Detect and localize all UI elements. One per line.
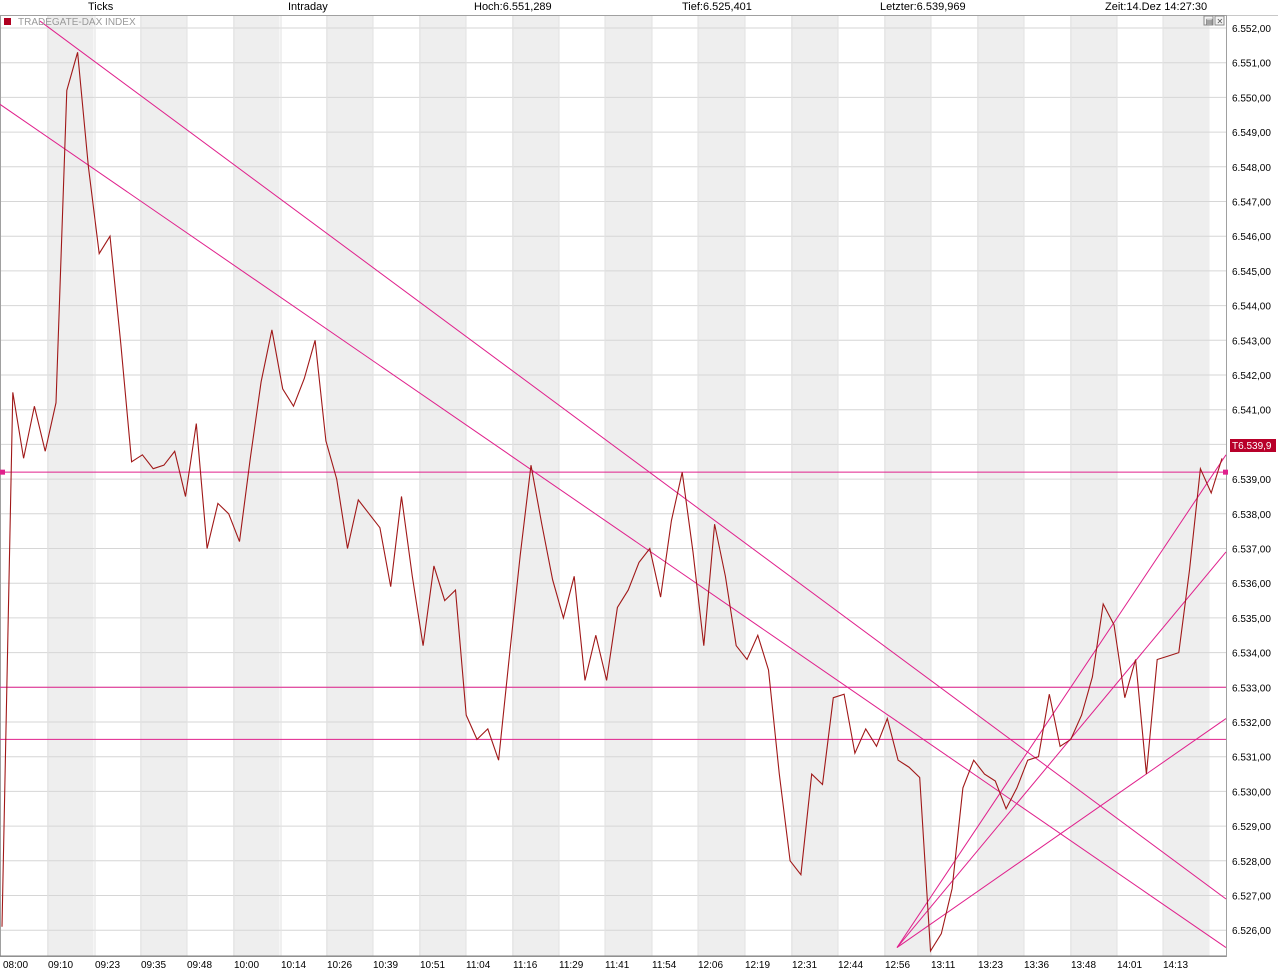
- y-tick-label: 6.527,00: [1232, 892, 1271, 903]
- x-tick-label: 09:35: [141, 960, 166, 971]
- x-tick-label: 09:23: [95, 960, 120, 971]
- band: [791, 16, 838, 956]
- y-tick-label: 6.535,00: [1232, 614, 1271, 625]
- band: [47, 16, 94, 956]
- window-buttons: ▤ ✕: [1203, 15, 1225, 26]
- band: [977, 16, 1024, 956]
- x-tick-label: 10:14: [281, 960, 306, 971]
- y-tick-label: 6.541,00: [1232, 406, 1271, 417]
- y-tick-label: 6.544,00: [1232, 302, 1271, 313]
- x-tick-label: 12:19: [745, 960, 770, 971]
- chart-title: TRADEGATE-DAX INDEX: [18, 17, 136, 28]
- x-tick-label: 10:51: [420, 960, 445, 971]
- band: [326, 16, 373, 956]
- band: [884, 16, 931, 956]
- legend-marker: [4, 18, 11, 25]
- x-tick-label: 10:26: [327, 960, 352, 971]
- y-tick-label: 6.543,00: [1232, 336, 1271, 347]
- x-tick-label: 13:23: [978, 960, 1003, 971]
- y-tick-label: 6.532,00: [1232, 718, 1271, 729]
- x-axis: 08:00 09:10 09:23 09:35 09:48 10:00 10:14 10:26…: [0, 955, 1226, 971]
- x-tick-label: 12:56: [885, 960, 910, 971]
- level-handle-right[interactable]: [1223, 469, 1228, 475]
- close-icon: ✕: [1217, 17, 1224, 26]
- y-tick-label: 6.547,00: [1232, 198, 1271, 209]
- y-tick-label: 6.539,00: [1232, 475, 1271, 486]
- x-tick-label: 13:11: [931, 960, 956, 971]
- y-tick-label: 6.549,00: [1232, 128, 1271, 139]
- x-tick-label: 12:31: [792, 960, 817, 971]
- band: [1070, 16, 1117, 956]
- x-tick-label: 12:06: [698, 960, 723, 971]
- y-tick-label: 6.530,00: [1232, 787, 1271, 798]
- y-tick-label: 6.542,00: [1232, 371, 1271, 382]
- x-tick-label: 10:39: [373, 960, 398, 971]
- band: [1163, 16, 1210, 956]
- y-tick-label: 6.548,00: [1232, 163, 1271, 174]
- y-tick-label: 6.526,00: [1232, 926, 1271, 937]
- restore-icon: ▤: [1206, 17, 1214, 26]
- price-chart: 6.552,00 6.551,00 6.550,00 6.549,00 6.548,00…: [0, 15, 1276, 971]
- x-tick-label: 12:44: [838, 960, 863, 971]
- y-tick-label: 6.529,00: [1232, 822, 1271, 833]
- x-tick-label: 08:00: [3, 960, 28, 971]
- reference-level-badge: T6.539,9: [1230, 439, 1276, 452]
- x-tick-label: 10:00: [234, 960, 259, 971]
- x-tick-label: 13:36: [1024, 960, 1049, 971]
- band: [233, 16, 280, 956]
- band: [419, 16, 466, 956]
- x-tick-label: 11:16: [513, 960, 538, 971]
- y-tick-label: 6.536,00: [1232, 579, 1271, 590]
- x-tick-label: 11:29: [559, 960, 584, 971]
- y-tick-label: 6.531,00: [1232, 753, 1271, 764]
- band: [605, 16, 652, 956]
- alternating-bands: [47, 16, 1210, 956]
- band: [140, 16, 187, 956]
- y-tick-label: 6.546,00: [1232, 232, 1271, 243]
- y-tick-label: 6.545,00: [1232, 267, 1271, 278]
- level-handle-left[interactable]: [0, 469, 5, 475]
- x-tick-label: 14:13: [1163, 960, 1188, 971]
- y-tick-label: 6.551,00: [1232, 59, 1271, 70]
- y-tick-label: 6.550,00: [1232, 93, 1271, 104]
- x-tick-label: 13:48: [1071, 960, 1096, 971]
- y-tick-label: 6.538,00: [1232, 510, 1271, 521]
- x-tick-label: 11:54: [652, 960, 677, 971]
- y-tick-label: 6.533,00: [1232, 683, 1271, 694]
- y-tick-label: 6.552,00: [1232, 24, 1271, 35]
- x-tick-label: 11:04: [466, 960, 491, 971]
- y-tick-label: 6.537,00: [1232, 545, 1271, 556]
- y-tick-label: 6.534,00: [1232, 649, 1271, 660]
- x-tick-label: 14:01: [1117, 960, 1142, 971]
- band: [698, 16, 745, 956]
- x-tick-label: 09:48: [187, 960, 212, 971]
- x-tick-label: 09:10: [48, 960, 73, 971]
- y-tick-label: 6.528,00: [1232, 857, 1271, 868]
- x-tick-label: 11:41: [605, 960, 630, 971]
- y-axis: 6.552,00 6.551,00 6.550,00 6.549,00 6.548,00…: [1232, 24, 1271, 937]
- price-badge-label: T6.539,9: [1232, 441, 1272, 452]
